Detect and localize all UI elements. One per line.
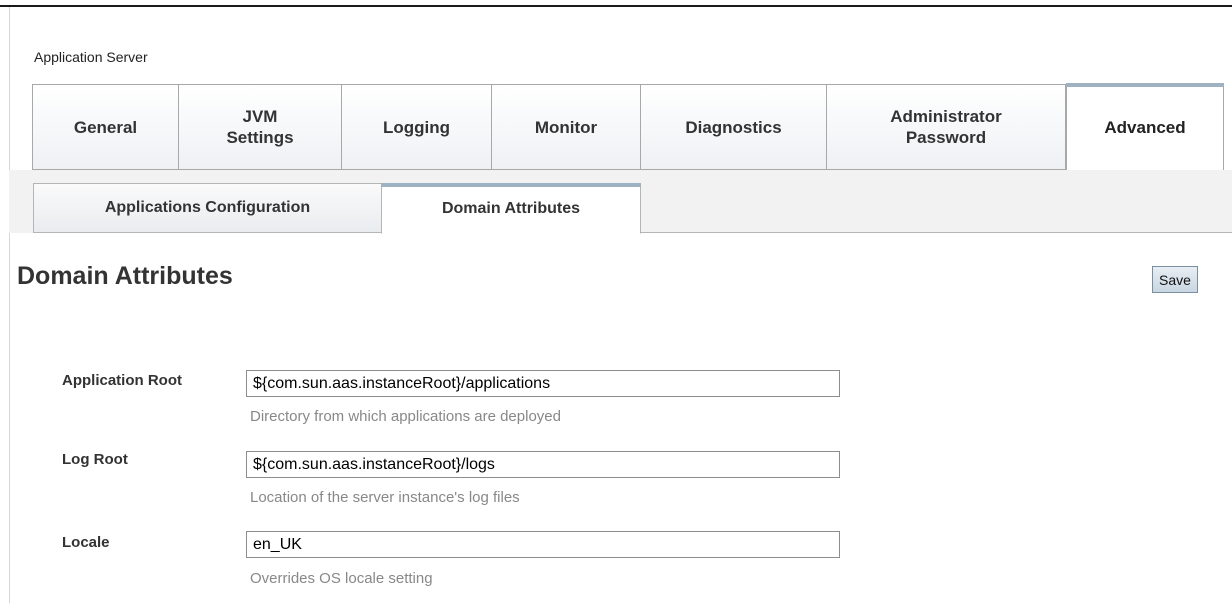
tab-label: JVM Settings <box>226 107 294 147</box>
tab-administrator-password[interactable]: Administrator Password <box>826 84 1066 170</box>
page-title: Domain Attributes <box>17 262 233 290</box>
tab-general[interactable]: General <box>32 84 178 170</box>
subtab-label: Domain Attributes <box>441 199 581 217</box>
log-root-label: Log Root <box>62 451 128 468</box>
main-tab-bar: General JVM Settings Logging Monitor Dia… <box>32 83 1232 171</box>
tab-jvm-settings[interactable]: JVM Settings <box>178 84 341 170</box>
log-root-help: Location of the server instance's log fi… <box>250 489 520 506</box>
tab-label: Administrator Password <box>890 107 1002 147</box>
subtab-domain-attributes[interactable]: Domain Attributes <box>381 183 641 234</box>
subtab-label: Applications Configuration <box>104 199 311 216</box>
breadcrumb: Application Server <box>34 49 148 65</box>
tab-label: Diagnostics <box>685 117 782 137</box>
save-button[interactable]: Save <box>1152 266 1198 293</box>
tab-advanced[interactable]: Advanced <box>1066 83 1224 171</box>
application-root-label: Application Root <box>62 372 182 389</box>
tab-monitor[interactable]: Monitor <box>491 84 640 170</box>
locale-label: Locale <box>62 534 110 551</box>
tab-label: General <box>73 117 138 137</box>
left-divider <box>9 7 10 603</box>
application-root-help: Directory from which applications are de… <box>250 408 561 425</box>
locale-help: Overrides OS locale setting <box>250 570 433 587</box>
tab-label: Logging <box>382 117 451 137</box>
log-root-field[interactable] <box>246 451 840 478</box>
locale-field[interactable] <box>246 531 840 558</box>
subtab-applications-configuration[interactable]: Applications Configuration <box>33 183 382 233</box>
tab-label: Monitor <box>534 117 598 137</box>
tab-label: Advanced <box>1104 118 1186 137</box>
application-root-field[interactable] <box>246 370 840 397</box>
tab-diagnostics[interactable]: Diagnostics <box>640 84 826 170</box>
tab-logging[interactable]: Logging <box>341 84 491 170</box>
sub-tab-divider <box>640 232 1232 233</box>
top-divider <box>0 5 1232 7</box>
